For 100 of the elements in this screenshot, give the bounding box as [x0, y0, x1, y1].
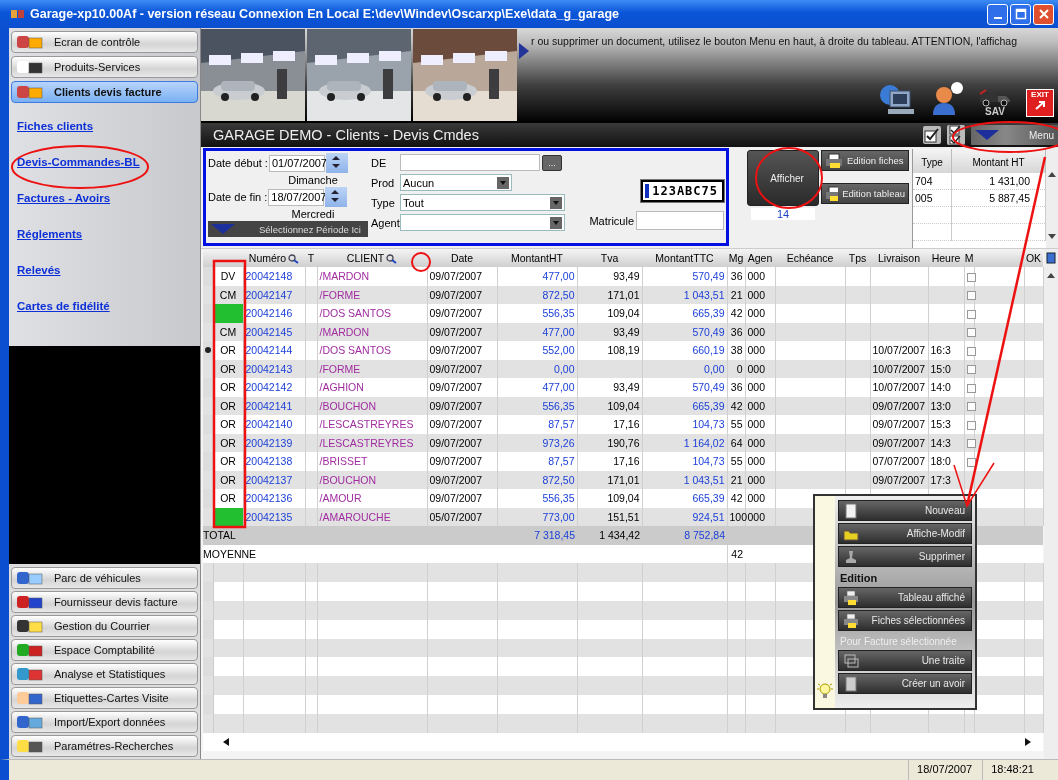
- search-icon[interactable]: [386, 254, 398, 265]
- module-button[interactable]: Fournisseur devis facture: [11, 591, 198, 613]
- date-field[interactable]: 18/07/2007: [268, 188, 325, 206]
- play-icon[interactable]: [519, 43, 529, 59]
- minimize-button[interactable]: [987, 3, 1008, 25]
- sidebar-link[interactable]: Réglements: [17, 228, 83, 240]
- table-cell: 7 318,45: [534, 529, 575, 542]
- search-icon[interactable]: [288, 254, 300, 265]
- module-button[interactable]: Analyse et Statistiques: [11, 663, 198, 685]
- printer-icon: [825, 185, 839, 202]
- table-cell: 21: [730, 288, 743, 301]
- checkbox[interactable]: [966, 420, 976, 430]
- dropdown[interactable]: Tout: [400, 194, 565, 211]
- table-cell: 151,51: [607, 510, 640, 523]
- table-cell: 17,16: [613, 418, 640, 431]
- table-cell: 17,16: [613, 455, 640, 468]
- horizontal-scrollbar[interactable]: [203, 733, 1043, 751]
- input-field[interactable]: [636, 211, 724, 230]
- printer-icon: [825, 152, 843, 169]
- module-button[interactable]: Ecran de contrôle: [11, 31, 198, 53]
- sidebar-link[interactable]: Cartes de fidélité: [17, 300, 110, 312]
- print-cards-button[interactable]: Edition fiches: [821, 150, 909, 171]
- table-cell: 09/07/2007: [429, 270, 483, 283]
- column-header[interactable]: Tva: [600, 252, 619, 264]
- status-time: 18:48:21: [982, 760, 1042, 780]
- table-cell: 20042142: [245, 381, 293, 394]
- scroll-up-icon[interactable]: [1048, 171, 1056, 177]
- menu-item[interactable]: Tableau affiché: [838, 587, 972, 608]
- module-button[interactable]: Espace Comptabilité: [11, 639, 198, 661]
- checkbox[interactable]: [966, 457, 976, 467]
- scroll-right-icon[interactable]: [1025, 738, 1031, 746]
- table-cell: /LESCASTREYRES: [319, 418, 414, 431]
- checkbox[interactable]: [966, 272, 976, 282]
- checkbox[interactable]: [966, 328, 976, 338]
- column-header[interactable]: Type: [913, 149, 952, 173]
- module-icon: [16, 738, 44, 754]
- checkbox[interactable]: [966, 383, 976, 393]
- spin-button[interactable]: [325, 153, 348, 173]
- scrollbar[interactable]: [1046, 149, 1058, 248]
- table-cell: 1 043,51: [683, 288, 725, 301]
- maximize-button[interactable]: [1010, 3, 1031, 25]
- table-cell: 93,49: [613, 381, 640, 394]
- checkbox[interactable]: [966, 365, 976, 375]
- weekday-text: Mercredi: [291, 207, 335, 221]
- menu-item[interactable]: Fiches sélectionnées: [838, 610, 972, 631]
- table-cell: 660,19: [692, 344, 725, 357]
- show-button[interactable]: Afficher: [747, 150, 819, 206]
- period-button[interactable]: Sélectionnez Période Ici: [208, 221, 368, 237]
- checkbox[interactable]: [966, 309, 976, 319]
- checkbox[interactable]: [966, 346, 976, 356]
- window-title: Garage-xp10.00Af - version réseau Connexion En Local E:\dev\Windev\Oscarxp\Exe\data_g_garage: [30, 7, 620, 21]
- dropdown[interactable]: [400, 214, 565, 231]
- table-cell: 000: [747, 436, 766, 449]
- module-button[interactable]: Parc de véhicules: [11, 567, 198, 589]
- scroll-up-icon[interactable]: [1047, 272, 1055, 278]
- table-cell: 570,49: [692, 325, 725, 338]
- spin-button[interactable]: [325, 187, 348, 207]
- module-button[interactable]: Import/Export données: [11, 711, 198, 733]
- scroll-left-icon[interactable]: [223, 738, 229, 746]
- table-cell: 20042144: [245, 344, 293, 357]
- sidebar-link[interactable]: Fiches clients: [17, 120, 94, 132]
- table-cell: 108,19: [607, 344, 640, 357]
- checkbox[interactable]: [966, 439, 976, 449]
- help-person-icon[interactable]: [930, 81, 964, 117]
- scroll-down-icon[interactable]: [1048, 234, 1056, 240]
- module-button[interactable]: Etiquettes-Cartes Visite: [11, 687, 198, 709]
- menu-item[interactable]: Nouveau: [838, 500, 972, 521]
- sidebar-link[interactable]: Devis-Commandes-BL: [17, 156, 140, 168]
- checkbox[interactable]: [966, 291, 976, 301]
- sidebar-link[interactable]: Factures - Avoirs: [17, 192, 111, 204]
- module-button[interactable]: Paramétres-Recherches: [11, 735, 198, 757]
- network-computer-icon[interactable]: [878, 83, 916, 117]
- module-button[interactable]: Clients devis facture: [11, 81, 198, 103]
- column-settings-icon[interactable]: [1046, 252, 1056, 264]
- input-field[interactable]: [400, 154, 540, 171]
- module-button[interactable]: Gestion du Courrier: [11, 615, 198, 637]
- menu-item[interactable]: Affiche-Modif: [838, 523, 972, 544]
- table-cell: 21: [730, 473, 743, 486]
- scrollbar[interactable]: [1044, 249, 1058, 759]
- close-button[interactable]: [1033, 3, 1054, 25]
- dropdown[interactable]: Aucun: [400, 174, 512, 191]
- column-header[interactable]: Montant HT: [951, 149, 1046, 173]
- table-cell: 55: [730, 418, 743, 431]
- menu-button[interactable]: Menu: [971, 125, 1058, 145]
- module-icon: [16, 690, 44, 706]
- menu-item[interactable]: Créer un avoir: [838, 673, 972, 694]
- count-text: 14: [751, 208, 815, 220]
- menu-item[interactable]: Supprimer: [838, 546, 972, 567]
- module-button[interactable]: Produits-Services: [11, 56, 198, 78]
- table-cell: 05/07/2007: [429, 510, 483, 523]
- checkbox[interactable]: [966, 402, 976, 412]
- date-field[interactable]: 01/07/2007: [268, 154, 325, 172]
- sidebar-link[interactable]: Relevés: [17, 264, 61, 276]
- exit-icon[interactable]: EXIT: [1026, 89, 1054, 117]
- checkbox-icon[interactable]: [923, 126, 941, 144]
- papers-icon: [843, 652, 859, 669]
- browse-button[interactable]: ...: [542, 154, 562, 171]
- menu-item[interactable]: Une traite: [838, 650, 972, 671]
- print-table-button[interactable]: Edition tableau: [821, 183, 909, 204]
- minimize-icon: [993, 17, 1002, 19]
